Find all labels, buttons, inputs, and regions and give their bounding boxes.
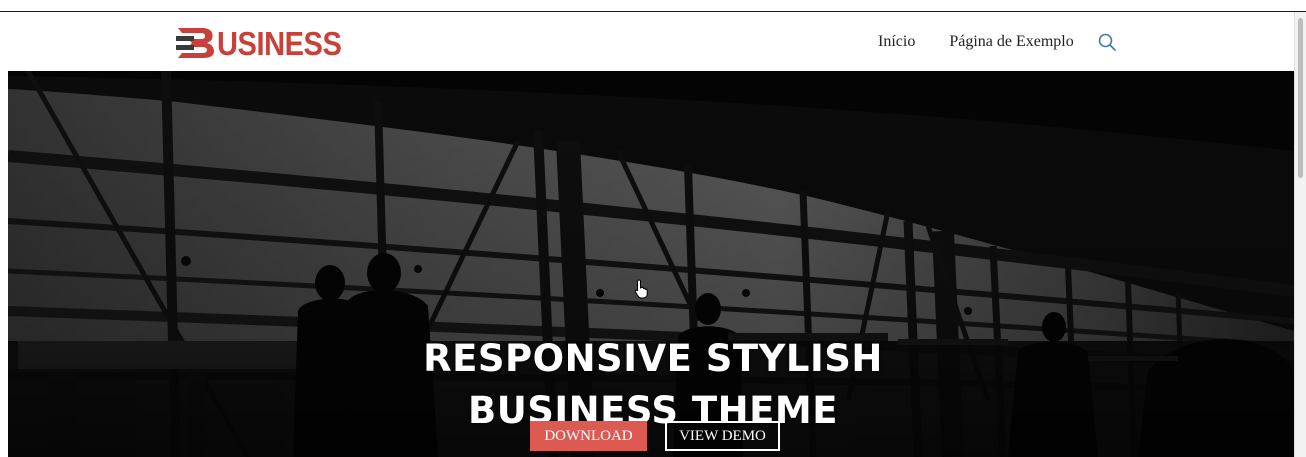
nav-link-pagina-de-exemplo[interactable]: Página de Exemplo — [949, 33, 1073, 51]
hand-pointer-cursor-icon — [634, 279, 648, 299]
logo-b-mark-icon — [176, 27, 216, 59]
site-logo[interactable]: USINESS — [176, 26, 358, 60]
page-scrollbar[interactable] — [1294, 12, 1306, 457]
browser-viewport: USINESS Início Página de Exemplo RESPONS… — [0, 0, 1306, 457]
main-navigation: Início Página de Exemplo — [878, 30, 1118, 54]
left-edge — [0, 12, 8, 457]
scrollbar-thumb[interactable] — [1298, 18, 1303, 178]
hero-banner: RESPONSIVE STYLISH BUSINESS THEME DOWNLO… — [8, 71, 1294, 457]
logo-wordmark: USINESS — [217, 24, 342, 62]
window-top-edge — [0, 0, 1306, 12]
view-demo-button[interactable]: VIEW DEMO — [665, 421, 780, 451]
hero-title-line-1: RESPONSIVE STYLISH — [423, 336, 883, 380]
search-icon — [1098, 33, 1116, 51]
nav-link-inicio[interactable]: Início — [878, 33, 915, 51]
site-header: USINESS Início Página de Exemplo — [8, 12, 1294, 71]
hero-actions: DOWNLOAD VIEW DEMO — [530, 421, 780, 451]
download-button[interactable]: DOWNLOAD — [530, 421, 647, 451]
search-button[interactable] — [1096, 31, 1118, 53]
